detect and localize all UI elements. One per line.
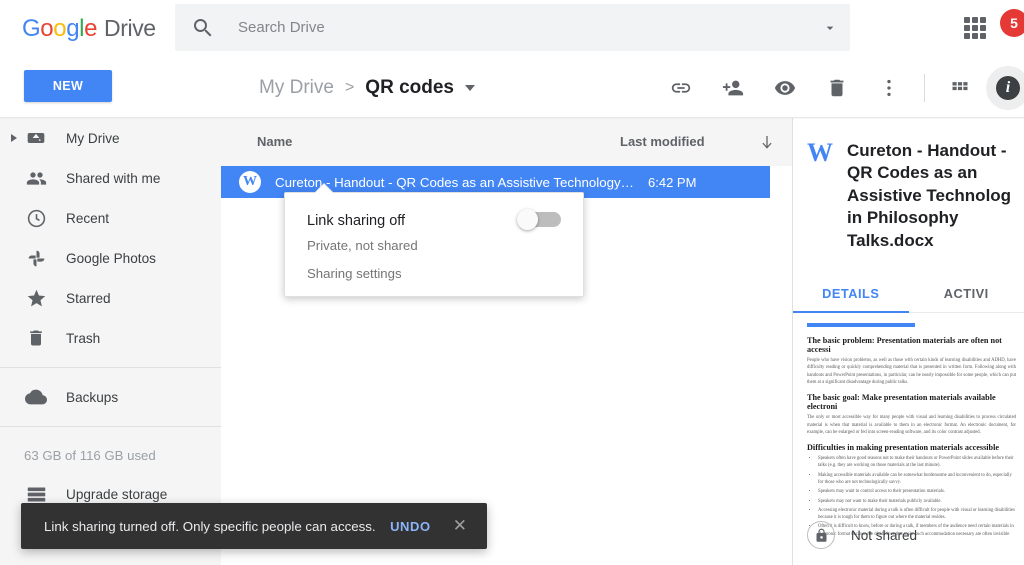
add-people-icon[interactable] (711, 66, 755, 110)
google-drive-logo[interactable]: Google Drive (22, 15, 156, 43)
trash-icon[interactable] (815, 66, 859, 110)
storage-usage-text: 63 GB of 116 GB used (24, 447, 156, 463)
details-header: W Cureton - Handout - QR Codes as an Ass… (793, 118, 1024, 252)
sidebar-divider (0, 367, 221, 368)
doc-bullet: Speakers may want to control access to t… (818, 488, 1016, 495)
clock-icon (24, 206, 48, 230)
file-list-scrollbar[interactable] (770, 166, 792, 565)
toggle-knob (517, 209, 538, 230)
file-modified-time: 6:42 PM (648, 174, 697, 190)
file-list: Name Last modified W Cureton - Handout -… (221, 118, 792, 565)
column-header-last-modified[interactable]: Last modified (620, 134, 742, 149)
file-list-header: Name Last modified (221, 118, 792, 166)
shared-status: Not shared (807, 521, 917, 549)
sidebar-divider-2 (0, 426, 221, 427)
search-input[interactable] (238, 19, 810, 36)
sidebar-item-label: Shared with me (66, 170, 161, 186)
sidebar-item-my-drive[interactable]: My Drive (0, 118, 221, 158)
drive-icon (24, 126, 48, 150)
doc-bullet: Speakers often have good reasons not to … (818, 455, 1016, 470)
snackbar: Link sharing turned off. Only specific p… (21, 503, 487, 549)
lock-icon (807, 521, 835, 549)
tab-details[interactable]: DETAILS (793, 274, 909, 314)
doc-content: The basic problem: Presentation material… (807, 336, 1016, 538)
doc-heading-1: The basic problem: Presentation material… (807, 336, 1002, 355)
snackbar-message: Link sharing turned off. Only specific p… (44, 518, 376, 534)
doc-bullet: Accessing electronic material during a t… (818, 507, 1016, 522)
trash-icon (24, 326, 48, 350)
get-link-icon[interactable] (659, 66, 703, 110)
info-icon: i (996, 75, 1020, 100)
sidebar-item-shared-with-me[interactable]: Shared with me (0, 158, 221, 198)
doc-paragraph-2: The only or most accessible way for many… (807, 415, 1016, 435)
tab-activity[interactable]: ACTIVI (909, 274, 1024, 312)
link-sharing-toggle[interactable] (517, 209, 561, 231)
sidebar-item-label: Trash (66, 330, 101, 346)
details-panel: W Cureton - Handout - QR Codes as an Ass… (792, 118, 1024, 565)
sidebar-item-backups[interactable]: Backups (0, 377, 221, 417)
notification-badge[interactable]: 5 (1000, 9, 1024, 37)
star-icon (24, 286, 48, 310)
top-header: Google Drive 5 (0, 0, 1024, 57)
google-drive-app: Google Drive 5 NEW My Drive > QR codes (0, 0, 1024, 565)
header-shadow (0, 117, 1024, 119)
grid-view-icon[interactable] (938, 66, 982, 110)
details-tabs: DETAILS ACTIVI (793, 274, 1024, 314)
sidebar-item-label: Upgrade storage (66, 486, 168, 502)
new-button[interactable]: NEW (24, 70, 112, 102)
doc-heading-2: The basic goal: Make presentation materi… (807, 393, 996, 412)
cloud-icon (24, 385, 48, 409)
details-file-title: Cureton - Handout - QR Codes as an Assis… (847, 141, 1012, 250)
preview-icon[interactable] (763, 66, 807, 110)
document-preview[interactable]: The basic problem: Presentation material… (807, 323, 1016, 538)
sidebar-item-trash[interactable]: Trash (0, 318, 221, 358)
word-file-icon: W (807, 138, 833, 167)
doc-heading-3: Difficulties in making presentation mate… (807, 443, 1000, 453)
sidebar-item-label: Recent (66, 210, 110, 226)
undo-button[interactable]: UNDO (390, 519, 431, 534)
people-icon (24, 166, 48, 190)
doc-paragraph-1: People who have vision problems, as well… (807, 358, 1016, 386)
expand-triangle-icon[interactable] (7, 131, 21, 145)
toolbar-divider (924, 73, 925, 102)
sidebar-item-label: Starred (66, 290, 111, 306)
sidebar-item-starred[interactable]: Starred (0, 278, 221, 318)
action-bar: NEW My Drive > QR codes i (0, 57, 1024, 118)
link-sharing-subtitle: Private, not shared (307, 238, 418, 253)
link-sharing-title: Link sharing off (307, 213, 406, 229)
apps-grid-icon[interactable] (962, 15, 988, 41)
sidebar-item-label: My Drive (66, 130, 120, 146)
search-icon (191, 16, 215, 40)
toolbar: i (655, 57, 1024, 118)
breadcrumb-separator: > (344, 78, 355, 96)
doc-bullet: Speakers may not want to make their mate… (818, 498, 1016, 505)
search-bar[interactable] (175, 4, 850, 51)
info-button[interactable]: i (986, 65, 1024, 110)
chevron-down-icon[interactable] (810, 4, 850, 51)
breadcrumb-current-folder[interactable]: QR codes (365, 77, 454, 99)
logo-drive-word: Drive (104, 15, 156, 41)
doc-bullet: Making accessible materials available ca… (818, 472, 1016, 487)
sidebar-item-label: Google Photos (66, 250, 156, 266)
shared-status-label: Not shared (851, 527, 918, 543)
more-actions-icon[interactable] (867, 66, 911, 110)
breadcrumb: My Drive > QR codes (259, 57, 475, 118)
doc-accent-bar (807, 323, 915, 328)
breadcrumb-my-drive[interactable]: My Drive (259, 77, 334, 99)
column-header-name[interactable]: Name (257, 134, 620, 149)
sharing-settings-link[interactable]: Sharing settings (307, 266, 402, 281)
sort-arrow-down-icon[interactable] (742, 133, 792, 151)
sidebar-item-recent[interactable]: Recent (0, 198, 221, 238)
sidebar-item-label: Backups (66, 389, 119, 405)
link-sharing-popup: Link sharing off Private, not shared Sha… (284, 192, 584, 297)
sidebar: My Drive Shared with me Recent Google Ph… (0, 118, 221, 565)
close-icon[interactable]: ✕ (453, 516, 467, 536)
sidebar-item-google-photos[interactable]: Google Photos (0, 238, 221, 278)
photos-pinwheel-icon (24, 246, 48, 270)
word-file-icon: W (239, 171, 261, 193)
breadcrumb-chevron-down-icon[interactable] (465, 84, 475, 91)
